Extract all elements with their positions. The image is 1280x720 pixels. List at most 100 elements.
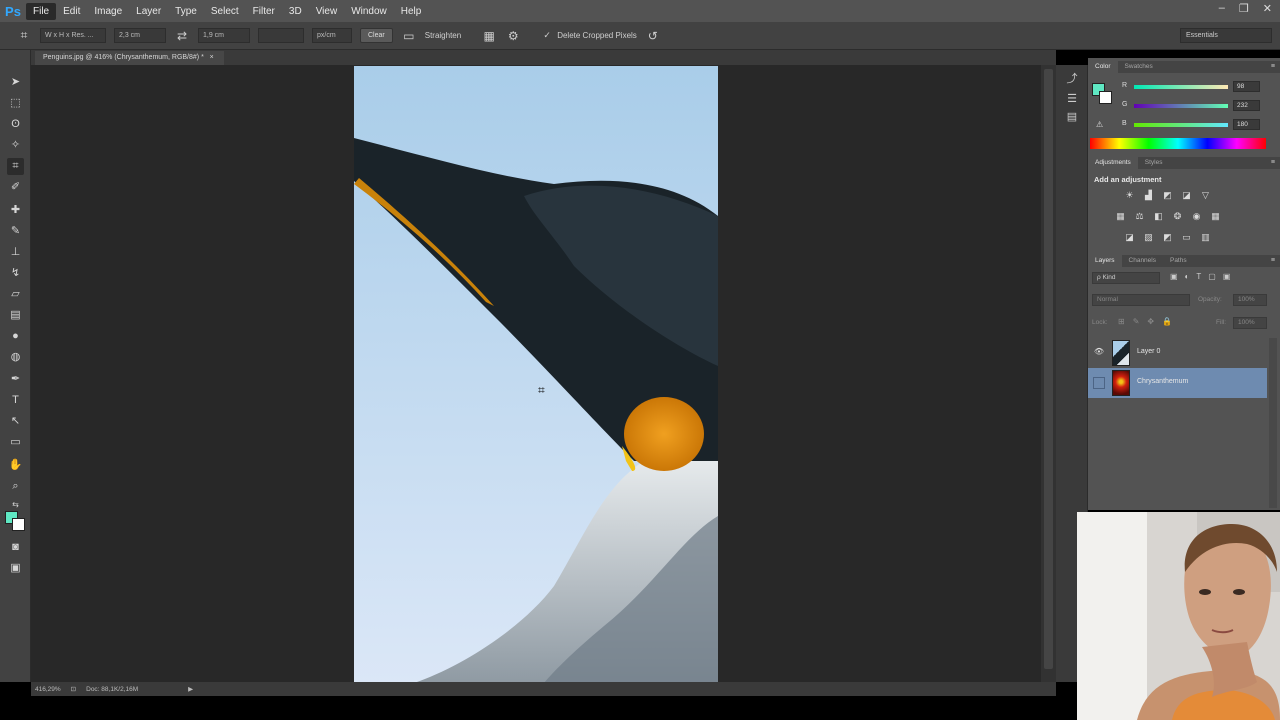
invert-icon[interactable]: ◪ [1123, 231, 1136, 244]
brightness-icon[interactable]: ☀ [1123, 189, 1136, 202]
crop-tool-icon[interactable]: ⌗ [7, 158, 24, 175]
layer-name[interactable]: Layer 0 [1137, 348, 1160, 355]
red-track[interactable] [1134, 85, 1228, 89]
tab-paths[interactable]: Paths [1163, 255, 1194, 267]
info-panel-icon[interactable]: ▤ [1064, 109, 1080, 125]
ratio-select[interactable]: W x H x Res. ... [40, 28, 106, 43]
unit-select[interactable]: px/cm [312, 28, 352, 43]
document-image[interactable] [354, 66, 718, 683]
height-field[interactable]: 1,9 cm [198, 28, 250, 43]
color-spectrum[interactable] [1090, 138, 1266, 149]
resolution-field[interactable] [258, 28, 304, 43]
quick-select-tool-icon[interactable]: ✧ [7, 137, 24, 154]
lasso-tool-icon[interactable]: ʘ [7, 116, 24, 133]
properties-panel-icon[interactable]: ☰ [1064, 91, 1080, 107]
zoom-tool-icon[interactable]: ⌕ [7, 478, 24, 495]
eye-icon-hidden[interactable] [1093, 377, 1105, 389]
tab-color[interactable]: Color [1088, 61, 1118, 73]
blur-tool-icon[interactable]: ● [7, 328, 24, 345]
healing-brush-tool-icon[interactable]: ✚ [7, 202, 24, 219]
straighten-label[interactable]: Straighten [425, 31, 461, 40]
menu-image[interactable]: Image [87, 3, 129, 20]
curves-icon[interactable]: ◩ [1161, 189, 1174, 202]
pen-tool-icon[interactable]: ✒ [7, 371, 24, 388]
red-slider[interactable]: R 98 [1122, 81, 1272, 92]
green-track[interactable] [1134, 104, 1228, 108]
hand-tool-icon[interactable]: ✋ [7, 457, 24, 474]
posterize-icon[interactable]: ▨ [1142, 231, 1155, 244]
tab-swatches[interactable]: Swatches [1118, 61, 1160, 73]
scrollbar-thumb[interactable] [1044, 69, 1053, 669]
width-field[interactable]: 2,3 cm [114, 28, 166, 43]
tab-styles[interactable]: Styles [1138, 157, 1170, 169]
menu-type[interactable]: Type [168, 3, 204, 20]
green-slider[interactable]: G 232 [1122, 100, 1272, 111]
status-icon[interactable]: ⊡ [71, 685, 76, 693]
move-tool-icon[interactable]: ➤ [7, 74, 24, 91]
menu-view[interactable]: View [309, 3, 345, 20]
clear-button[interactable]: Clear [360, 28, 393, 43]
black-white-icon[interactable]: ◧ [1152, 210, 1165, 223]
dodge-tool-icon[interactable]: ◍ [7, 349, 24, 366]
menu-edit[interactable]: Edit [56, 3, 87, 20]
layers-scrollbar[interactable] [1269, 338, 1277, 508]
menu-filter[interactable]: Filter [246, 3, 282, 20]
opacity-field[interactable]: 100% [1233, 294, 1267, 306]
menu-file[interactable]: File [26, 2, 57, 20]
restore-button[interactable]: ❐ [1239, 2, 1249, 15]
color-balance-icon[interactable]: ⚖ [1133, 210, 1146, 223]
blue-track[interactable] [1134, 123, 1228, 127]
layer-filter-select[interactable]: ρ Kind [1092, 272, 1160, 284]
marquee-tool-icon[interactable]: ⬚ [7, 95, 24, 112]
gear-icon[interactable]: ⚙ [505, 29, 521, 43]
hue-saturation-icon[interactable]: ▦ [1114, 210, 1127, 223]
canvas-vertical-scrollbar[interactable] [1041, 65, 1056, 682]
menu-select[interactable]: Select [204, 3, 246, 20]
exposure-icon[interactable]: ◪ [1180, 189, 1193, 202]
eyedropper-tool-icon[interactable]: ✐ [7, 179, 24, 196]
vibrance-icon[interactable]: ▽ [1199, 189, 1212, 202]
type-tool-icon[interactable]: T [7, 392, 24, 409]
rectangle-tool-icon[interactable]: ▭ [7, 434, 24, 451]
layer-name[interactable]: Chrysanthemum [1137, 378, 1188, 385]
swap-icon[interactable]: ⇄ [174, 29, 190, 43]
layer-filter-icons[interactable]: ▣◐T▢▣ [1170, 272, 1237, 281]
history-brush-tool-icon[interactable]: ↯ [7, 265, 24, 282]
selective-color-icon[interactable]: ▥ [1199, 231, 1212, 244]
gradient-tool-icon[interactable]: ▤ [7, 307, 24, 324]
blend-mode-select[interactable]: Normal [1092, 294, 1190, 306]
eye-icon[interactable]: 👁 [1093, 347, 1105, 359]
zoom-level[interactable]: 416,29% [35, 686, 61, 693]
levels-icon[interactable]: ▟ [1142, 189, 1155, 202]
crop-tool-icon[interactable]: ⌗ [16, 28, 32, 43]
red-value[interactable]: 98 [1233, 81, 1260, 92]
channel-mixer-icon[interactable]: ◉ [1190, 210, 1203, 223]
clone-stamp-tool-icon[interactable]: ⊥ [7, 244, 24, 261]
layer-row-selected[interactable]: Chrysanthemum [1088, 368, 1267, 398]
panel-background-swatch[interactable] [1099, 91, 1112, 104]
panel-menu-icon[interactable]: ≡ [1271, 255, 1275, 267]
tab-layers[interactable]: Layers [1088, 255, 1122, 267]
delete-cropped-checkbox[interactable]: ✓ [539, 30, 555, 41]
panel-menu-icon[interactable]: ≡ [1271, 61, 1275, 73]
quick-mask-icon[interactable]: ◙ [7, 539, 24, 556]
color-lookup-icon[interactable]: ▦ [1209, 210, 1222, 223]
panel-menu-icon[interactable]: ≡ [1271, 157, 1275, 169]
tab-adjustments[interactable]: Adjustments [1088, 157, 1138, 169]
history-panel-icon[interactable]: ⤴ [1064, 71, 1080, 87]
workspace-select[interactable]: Essentials [1180, 28, 1272, 43]
fill-field[interactable]: 100% [1233, 317, 1267, 329]
blue-slider[interactable]: B 180 [1122, 119, 1272, 130]
menu-3d[interactable]: 3D [282, 3, 309, 20]
minimize-button[interactable]: – [1219, 2, 1225, 15]
straighten-icon[interactable]: ▭ [401, 29, 417, 43]
menu-window[interactable]: Window [344, 3, 394, 20]
background-color-swatch[interactable] [12, 518, 25, 531]
status-arrow-icon[interactable]: ▶ [188, 685, 193, 693]
photo-filter-icon[interactable]: ❂ [1171, 210, 1184, 223]
reset-icon[interactable]: ↺ [645, 29, 661, 43]
eraser-tool-icon[interactable]: ▱ [7, 286, 24, 303]
brush-tool-icon[interactable]: ✎ [7, 223, 24, 240]
threshold-icon[interactable]: ◩ [1161, 231, 1174, 244]
overlay-grid-icon[interactable]: ▦ [481, 29, 497, 43]
